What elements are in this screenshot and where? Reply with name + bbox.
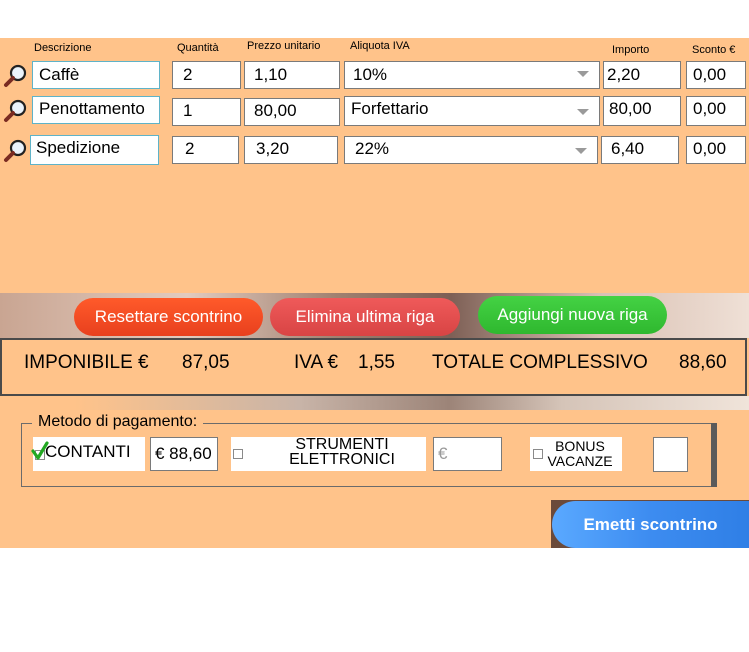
strumenti-elettronici-option[interactable]: STRUMENTI ELETTRONICI [231, 437, 426, 471]
row1-descrizione-input[interactable]: Caffè [32, 61, 160, 89]
row3-prezzo-input[interactable]: 3,20 [244, 136, 338, 164]
row2-quantita-input[interactable]: 1 [172, 98, 241, 126]
row2-aliquota-select[interactable]: Forfettario [344, 96, 600, 126]
strumenti-label: STRUMENTI ELETTRONICI [271, 436, 413, 468]
header-sconto: Sconto € [692, 44, 736, 56]
row3-aliquota-select[interactable]: 22% [344, 136, 598, 164]
strumenti-line2: ELETTRONICI [289, 451, 395, 468]
row1-aliquota-select[interactable]: 10% [344, 61, 600, 89]
reset-receipt-button[interactable]: Resettare scontrino [74, 298, 263, 336]
row2-sconto-input[interactable]: 0,00 [686, 96, 746, 126]
imponibile-value: 87,05 [182, 352, 230, 373]
emit-receipt-button[interactable]: Emetti scontrino [552, 501, 749, 548]
row1-prezzo-input[interactable]: 1,10 [244, 61, 340, 89]
contanti-label: CONTANTI [45, 442, 131, 461]
row1-quantita-input[interactable]: 2 [172, 61, 241, 89]
header-descrizione: Descrizione [34, 42, 92, 54]
strumenti-amount-field[interactable]: € [433, 437, 502, 471]
iva-label: IVA € [294, 352, 339, 373]
search-icon[interactable] [2, 98, 30, 124]
contanti-amount-field[interactable]: € 88,60 [150, 437, 218, 471]
row3-sconto-input[interactable]: 0,00 [686, 136, 746, 164]
header-aliquota: Aliquota IVA [350, 40, 410, 52]
delete-last-row-button[interactable]: Elimina ultima riga [270, 298, 460, 336]
bonus-line2: VACANZE [547, 453, 613, 469]
row2-descrizione-input[interactable]: Penottamento [32, 96, 160, 124]
row2-aliquota-value: Forfettario [351, 99, 429, 118]
iva-value: 1,55 [358, 352, 395, 373]
chevron-down-icon[interactable] [577, 109, 589, 115]
row1-importo-field: 2,20 [603, 61, 681, 89]
row2-prezzo-input[interactable]: 80,00 [244, 98, 340, 126]
bonus-label: BONUS VACANZE [544, 439, 616, 469]
row3-descrizione-input[interactable]: Spedizione [30, 135, 159, 165]
row1-aliquota-value: 10% [353, 65, 388, 84]
header-importo: Importo [612, 44, 650, 56]
header-prezzo: Prezzo unitario [247, 40, 321, 52]
totals-bar: IMPONIBILE € 87,05 IVA € 1,55 TOTALE COM… [0, 338, 747, 396]
bonus-vacanze-option[interactable]: BONUS VACANZE [530, 437, 622, 471]
chevron-down-icon[interactable] [575, 148, 587, 154]
search-icon[interactable] [2, 63, 30, 89]
add-row-button[interactable]: Aggiungi nuova riga [478, 296, 667, 334]
row1-sconto-input[interactable]: 0,00 [686, 61, 746, 89]
row3-quantita-input[interactable]: 2 [172, 136, 239, 164]
bonus-line1: BONUS [555, 438, 605, 454]
row3-aliquota-value: 22% [355, 139, 390, 158]
totale-label: TOTALE COMPLESSIVO [432, 352, 648, 373]
header-quantita: Quantità [177, 42, 219, 54]
search-icon[interactable] [2, 138, 30, 164]
group-shadow [711, 423, 717, 487]
imponibile-label: IMPONIBILE € [24, 352, 149, 373]
chevron-down-icon[interactable] [577, 71, 589, 77]
decorative-photo-strip [0, 396, 749, 410]
strumenti-checkbox[interactable] [233, 449, 243, 459]
row3-importo-field: 6,40 [601, 136, 679, 164]
check-icon [31, 441, 49, 460]
bonus-checkbox[interactable] [533, 449, 543, 459]
contanti-option[interactable]: CONTANTI [33, 437, 145, 471]
totale-value: 88,60 [679, 352, 727, 373]
bonus-amount-field[interactable] [653, 437, 688, 472]
payment-method-legend: Metodo di pagamento: [32, 413, 204, 431]
strumenti-line1: STRUMENTI [295, 436, 389, 453]
row2-importo-field: 80,00 [603, 96, 681, 126]
